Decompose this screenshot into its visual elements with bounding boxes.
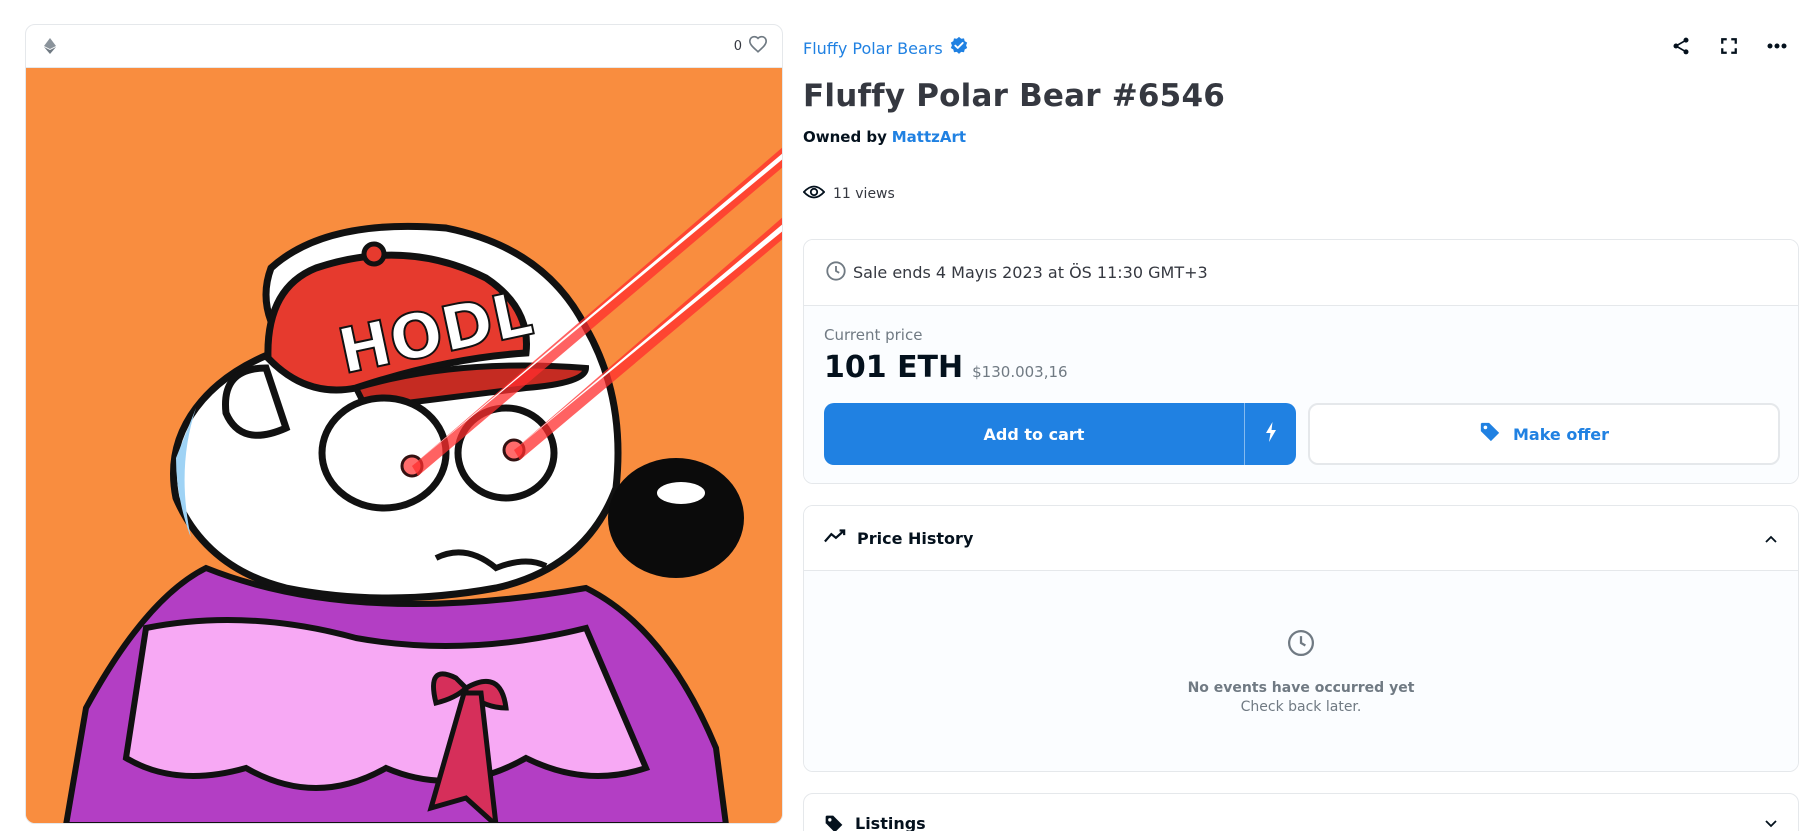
views-label: 11 views: [833, 186, 895, 202]
media-card: 0 HODL: [25, 24, 783, 824]
price-row: 101 ETH $130.003,16: [824, 350, 1068, 385]
media-header: 0: [26, 25, 782, 68]
clock-icon: [825, 260, 847, 286]
fullscreen-icon[interactable]: [1717, 34, 1741, 58]
item-title: Fluffy Polar Bear #6546: [803, 78, 1225, 114]
owned-by-label: Owned by: [803, 128, 887, 146]
listings-header[interactable]: Listings: [803, 793, 1799, 831]
price-history-empty: No events have occurred yet Check back l…: [804, 571, 1798, 771]
chevron-up-icon[interactable]: [1764, 529, 1778, 548]
lightning-icon: [1265, 422, 1277, 446]
make-offer-label: Make offer: [1512, 424, 1610, 444]
current-price-label: Current price: [824, 326, 923, 344]
collection-name[interactable]: Fluffy Polar Bears: [803, 39, 943, 58]
favorite-count: 0: [733, 38, 742, 54]
add-to-cart-group: Add to cart: [824, 403, 1296, 465]
empty-state-title: No events have occurred yet: [1187, 680, 1415, 696]
price-fiat: $130.003,16: [972, 363, 1068, 381]
ethereum-icon: [42, 38, 58, 54]
share-icon[interactable]: [1669, 34, 1693, 58]
price-eth: 101 ETH: [824, 350, 964, 385]
price-history-header[interactable]: Price History: [804, 506, 1798, 571]
tag-icon: [824, 814, 844, 831]
clock-icon: [1286, 628, 1316, 662]
trending-icon: [824, 528, 846, 548]
empty-state-subtitle: Check back later.: [1240, 699, 1362, 715]
buy-now-button[interactable]: [1244, 403, 1296, 465]
add-to-cart-button[interactable]: Add to cart: [824, 403, 1244, 465]
item-actions: [1669, 34, 1789, 58]
make-offer-button[interactable]: Make offer: [1308, 403, 1780, 465]
sale-end-text: Sale ends 4 Mayıs 2023 at ÖS 11:30 GMT+3: [853, 263, 1208, 282]
price-history-title: Price History: [857, 528, 974, 548]
owner-line: Owned by MattzArt: [803, 128, 966, 146]
verified-badge-icon: [949, 36, 969, 60]
chevron-down-icon[interactable]: [1764, 814, 1778, 831]
item-details: Fluffy Polar Bears Fluffy Polar Bear #65…: [802, 0, 1799, 831]
sale-body: Current price 101 ETH $130.003,16 Add to…: [804, 306, 1798, 483]
price-history-card: Price History No events have occurred ye…: [803, 505, 1799, 772]
sale-card: Sale ends 4 Mayıs 2023 at ÖS 11:30 GMT+3…: [803, 239, 1799, 484]
listings-title: Listings: [855, 814, 926, 831]
views-count: 11 views: [802, 184, 895, 204]
heart-icon: [748, 35, 768, 57]
more-icon[interactable]: [1765, 34, 1789, 58]
sale-end-row: Sale ends 4 Mayıs 2023 at ÖS 11:30 GMT+3: [804, 240, 1798, 306]
collection-link[interactable]: Fluffy Polar Bears: [803, 36, 969, 60]
owner-link[interactable]: MattzArt: [892, 128, 966, 146]
favorite-button[interactable]: 0: [734, 35, 768, 57]
nft-artwork[interactable]: HODL: [26, 68, 782, 823]
tag-icon: [1479, 421, 1501, 447]
eye-icon: [802, 184, 826, 204]
